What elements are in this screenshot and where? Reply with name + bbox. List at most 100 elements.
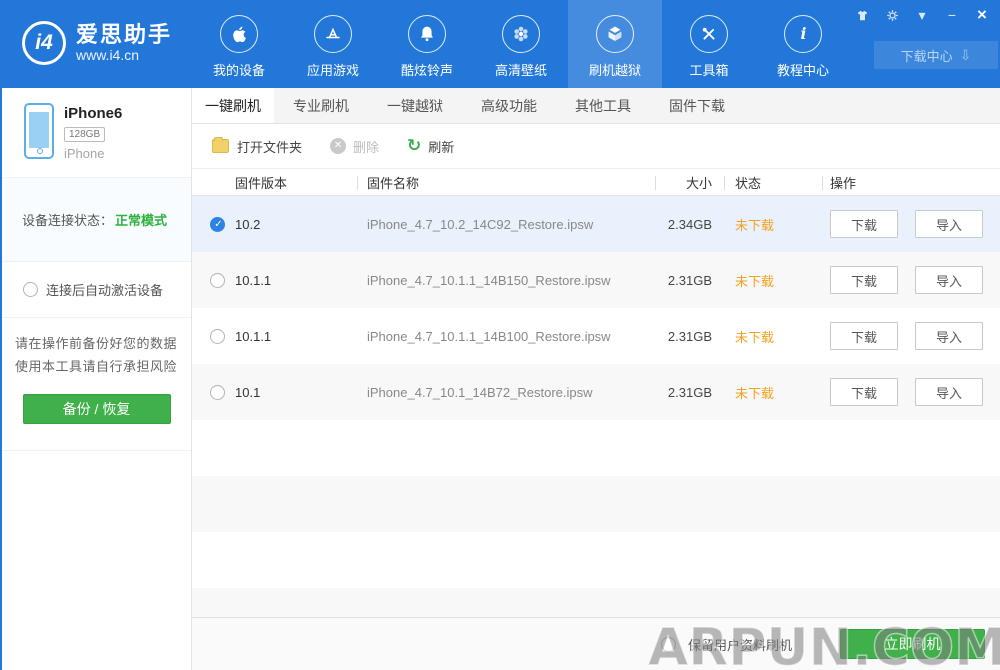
theme-skin-icon[interactable] xyxy=(854,8,870,23)
nav-tutorials[interactable]: i 教程中心 xyxy=(756,0,850,88)
keep-user-data-label: 保留用户资料刷机 xyxy=(688,635,792,654)
tab-advanced-features[interactable]: 高级功能 xyxy=(462,88,556,123)
status-text: 未下载 xyxy=(735,383,830,402)
backup-section: 请在操作前备份好您的数据 使用本工具请自行承担风险 备份 / 恢复 xyxy=(2,318,191,451)
status-text: 未下载 xyxy=(735,271,830,290)
flower-icon xyxy=(502,15,540,53)
device-info: iPhone6 128GB iPhone xyxy=(2,88,191,178)
firmware-size: 2.31GB xyxy=(620,385,712,400)
nav-flash-jailbreak[interactable]: 刷机越狱 xyxy=(568,0,662,88)
download-button[interactable]: 下载 xyxy=(830,210,898,238)
header-size: 大小 xyxy=(620,173,712,192)
download-arrow-icon: ⇩ xyxy=(960,47,972,64)
row-radio[interactable] xyxy=(210,385,225,400)
nav-apps-games[interactable]: 应用游戏 xyxy=(286,0,380,88)
tab-firmware-download[interactable]: 固件下载 xyxy=(650,88,744,123)
app-url: www.i4.cn xyxy=(76,47,172,63)
delete-button[interactable]: ✕ 删除 xyxy=(330,137,379,156)
minimize-icon[interactable]: − xyxy=(944,7,960,23)
bell-icon xyxy=(408,15,446,53)
keep-user-data-radio[interactable] xyxy=(661,637,676,652)
nav-my-devices[interactable]: 我的设备 xyxy=(192,0,286,88)
firmware-version: 10.1.1 xyxy=(235,273,367,288)
warning-line-2: 使用本工具请自行承担风险 xyxy=(2,355,191,378)
device-sidebar: iPhone6 128GB iPhone 设备连接状态： 正常模式 连接后自动激… xyxy=(2,88,192,670)
download-button[interactable]: 下载 xyxy=(830,378,898,406)
firmware-size: 2.34GB xyxy=(620,217,712,232)
device-capacity-badge: 128GB xyxy=(64,127,105,142)
connection-status-label: 设备连接状态： xyxy=(22,210,113,229)
firmware-version: 10.2 xyxy=(235,217,367,232)
info-icon: i xyxy=(784,15,822,53)
warning-line-1: 请在操作前备份好您的数据 xyxy=(2,332,191,355)
menu-chevron-icon[interactable]: ▾ xyxy=(914,7,930,23)
device-family: iPhone xyxy=(64,146,122,161)
delete-circle-icon: ✕ xyxy=(330,138,346,154)
row-radio[interactable] xyxy=(210,273,225,288)
header-firmware-version: 固件版本 xyxy=(235,173,367,192)
import-button[interactable]: 导入 xyxy=(915,322,983,350)
import-button[interactable]: 导入 xyxy=(915,210,983,238)
nav-ringtones[interactable]: 酷炫铃声 xyxy=(380,0,474,88)
iphone-icon xyxy=(24,103,54,159)
row-radio-checked[interactable]: ✓ xyxy=(210,217,225,232)
svg-text:i: i xyxy=(800,24,806,43)
firmware-size: 2.31GB xyxy=(620,329,712,344)
auto-activate-label: 连接后自动激活设备 xyxy=(46,280,163,299)
nav-wallpapers[interactable]: 高清壁纸 xyxy=(474,0,568,88)
auto-activate-option[interactable]: 连接后自动激活设备 xyxy=(2,262,191,318)
open-folder-button[interactable]: 打开文件夹 xyxy=(212,137,302,156)
top-bar: i4 爱思助手 www.i4.cn 我的设备 应用游戏 xyxy=(2,0,1000,88)
check-icon: ✓ xyxy=(211,217,226,232)
empty-row xyxy=(192,476,1000,532)
firmware-filename: iPhone_4.7_10.2_14C92_Restore.ipsw xyxy=(367,217,620,232)
download-center-button[interactable]: 下载中心 ⇩ xyxy=(874,41,998,69)
appstore-icon xyxy=(314,15,352,53)
table-row[interactable]: ✓ 10.2 iPhone_4.7_10.2_14C92_Restore.ips… xyxy=(192,196,1000,252)
table-row[interactable]: 10.1 iPhone_4.7_10.1_14B72_Restore.ipsw … xyxy=(192,364,1000,420)
import-button[interactable]: 导入 xyxy=(915,378,983,406)
tab-one-key-jailbreak[interactable]: 一键越狱 xyxy=(368,88,462,123)
refresh-button[interactable]: ↻ 刷新 xyxy=(407,137,454,156)
apple-icon xyxy=(220,15,258,53)
table-header: 固件版本 固件名称 大小 状态 操作 xyxy=(192,168,1000,196)
download-button[interactable]: 下载 xyxy=(830,266,898,294)
import-button[interactable]: 导入 xyxy=(915,266,983,294)
app-logo: i4 爱思助手 www.i4.cn xyxy=(22,21,172,65)
nav-toolbox[interactable]: 工具箱 xyxy=(662,0,756,88)
connection-status: 设备连接状态： 正常模式 xyxy=(2,178,191,262)
firmware-filename: iPhone_4.7_10.1.1_14B150_Restore.ipsw xyxy=(367,273,620,288)
window-controls: ▾ − × xyxy=(854,7,990,23)
box-icon xyxy=(596,15,634,53)
firmware-filename: iPhone_4.7_10.1_14B72_Restore.ipsw xyxy=(367,385,620,400)
header-status: 状态 xyxy=(735,173,830,192)
firmware-version: 10.1.1 xyxy=(235,329,367,344)
settings-gear-icon[interactable] xyxy=(884,8,900,23)
table-row[interactable]: 10.1.1 iPhone_4.7_10.1.1_14B150_Restore.… xyxy=(192,252,1000,308)
firmware-size: 2.31GB xyxy=(620,273,712,288)
empty-row xyxy=(192,532,1000,588)
tab-one-key-flash[interactable]: 一键刷机 xyxy=(192,88,274,123)
refresh-icon: ↻ xyxy=(407,138,421,154)
close-icon[interactable]: × xyxy=(974,7,990,23)
auto-activate-radio[interactable] xyxy=(23,282,38,297)
header-action: 操作 xyxy=(830,173,1000,192)
main-panel: 一键刷机 专业刷机 一键越狱 高级功能 其他工具 固件下载 打开文件夹 ✕ 删除… xyxy=(192,88,1000,670)
row-radio[interactable] xyxy=(210,329,225,344)
tools-icon xyxy=(690,15,728,53)
app-title: 爱思助手 xyxy=(76,23,172,47)
empty-row xyxy=(192,588,1000,617)
main-nav: 我的设备 应用游戏 酷炫铃声 高清壁纸 xyxy=(192,0,850,88)
firmware-version: 10.1 xyxy=(235,385,367,400)
table-row[interactable]: 10.1.1 iPhone_4.7_10.1.1_14B100_Restore.… xyxy=(192,308,1000,364)
logo-i4-icon: i4 xyxy=(22,21,66,65)
tab-other-tools[interactable]: 其他工具 xyxy=(556,88,650,123)
download-button[interactable]: 下载 xyxy=(830,322,898,350)
flash-footer-bar: 保留用户资料刷机 立即刷机 xyxy=(192,617,1000,670)
flash-now-button[interactable]: 立即刷机 xyxy=(840,629,985,659)
tab-pro-flash[interactable]: 专业刷机 xyxy=(274,88,368,123)
folder-icon xyxy=(212,139,229,153)
empty-row xyxy=(192,420,1000,476)
firmware-filename: iPhone_4.7_10.1.1_14B100_Restore.ipsw xyxy=(367,329,620,344)
backup-restore-button[interactable]: 备份 / 恢复 xyxy=(23,394,171,424)
